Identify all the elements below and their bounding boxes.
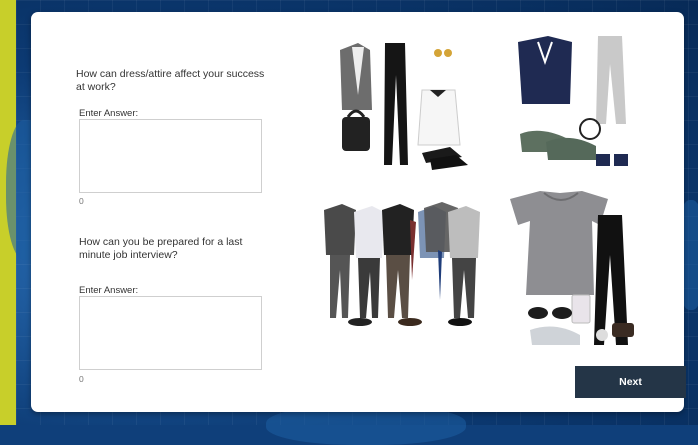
question-2-answer-label: Enter Answer: <box>79 285 139 296</box>
question-1-answer-field[interactable] <box>79 119 262 193</box>
question-2-answer-field[interactable] <box>79 296 262 370</box>
business-casual-outfit-image <box>330 35 480 175</box>
next-button[interactable]: Next <box>575 366 686 398</box>
question-1-answer-label: Enter Answer: <box>79 108 139 119</box>
question-2-char-count: 0 <box>79 374 84 384</box>
casual-outfit-image <box>500 185 640 355</box>
question-1-char-count: 0 <box>79 196 84 206</box>
question-2-prompt: How can you be prepared for a last minut… <box>79 236 243 261</box>
athletic-outfit-image <box>510 34 640 179</box>
mens-suits-image <box>320 200 485 330</box>
question-1-prompt: How can dress/attire affect your success… <box>76 68 265 93</box>
